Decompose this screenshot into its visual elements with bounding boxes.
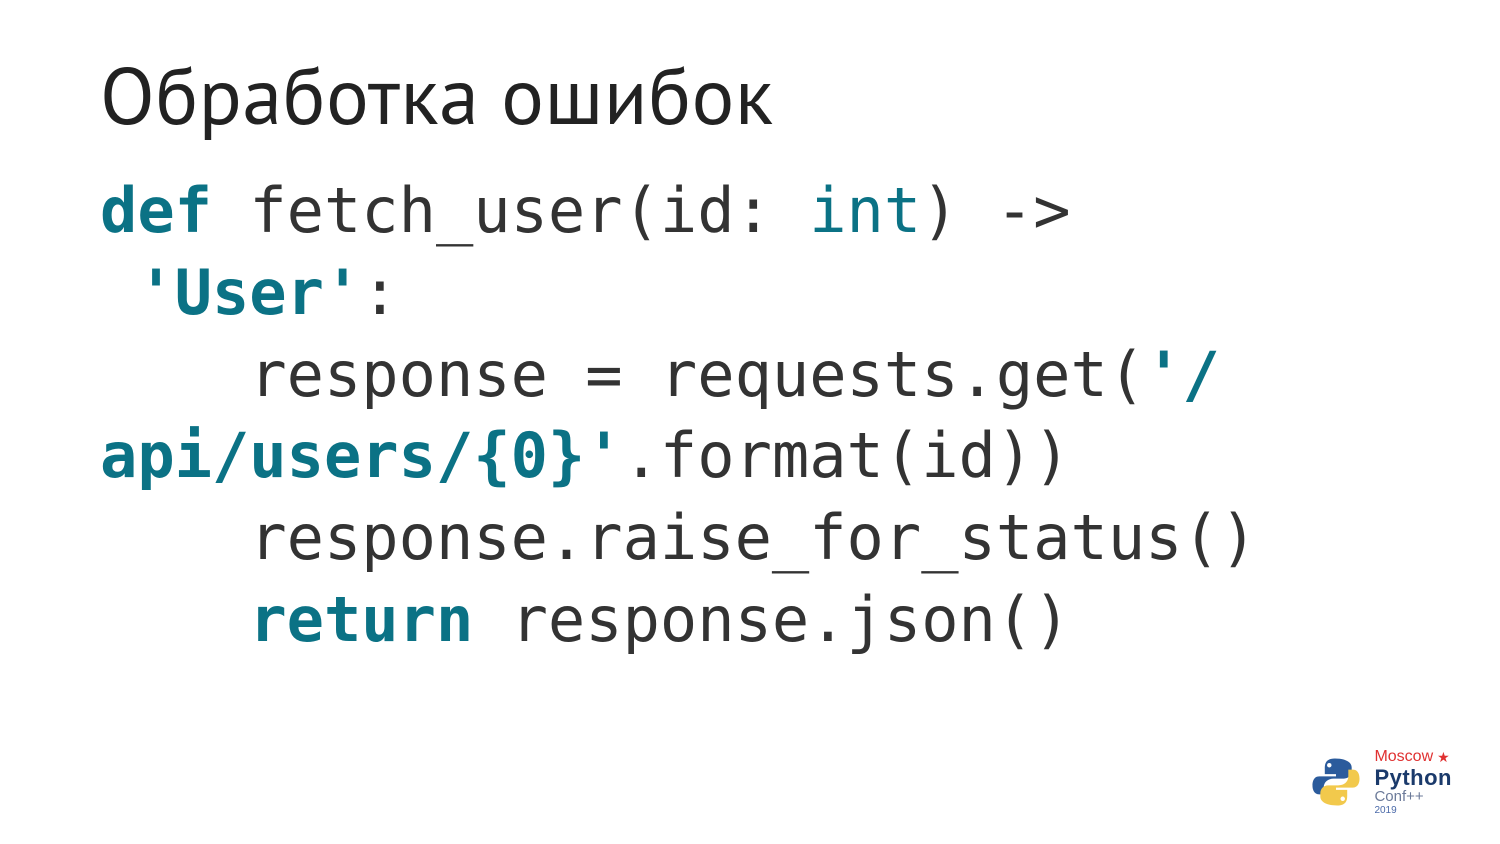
logo-line-conf: Conf++	[1374, 789, 1452, 805]
t: .format(id))	[623, 419, 1071, 492]
str-url: api/users/{0}'	[100, 419, 623, 492]
kw-def: def	[100, 174, 212, 247]
fn-sig: fetch_user(id	[249, 174, 734, 247]
conference-logo: Moscow ★ Python Conf++ 2019	[1308, 749, 1452, 816]
slide-title: Обработка ошибок	[100, 44, 774, 147]
type-int: int	[809, 174, 921, 247]
t: response.raise_for_status()	[249, 501, 1257, 574]
t	[212, 174, 249, 247]
star-icon: ★	[1437, 750, 1450, 765]
indent	[100, 501, 249, 574]
kw-return: return	[249, 583, 473, 656]
t: response.json()	[511, 583, 1071, 656]
logo-text: Moscow ★ Python Conf++ 2019	[1374, 749, 1452, 816]
t: response = requests.get(	[249, 338, 1145, 411]
t: Moscow	[1374, 749, 1433, 766]
t: :	[361, 256, 398, 329]
t	[100, 256, 137, 329]
str-open: '/	[1145, 338, 1220, 411]
indent	[100, 338, 249, 411]
str-user: 'User'	[137, 256, 361, 329]
indent	[100, 583, 249, 656]
slide: Обработка ошибок def fetch_user(id: int)…	[0, 0, 1500, 844]
t: :	[735, 174, 810, 247]
t: ) ->	[921, 174, 1070, 247]
code-block: def fetch_user(id: int) -> 'User': respo…	[100, 170, 1440, 661]
logo-line-moscow: Moscow ★	[1374, 749, 1452, 766]
t	[473, 583, 510, 656]
logo-line-year: 2019	[1374, 806, 1452, 817]
logo-line-python: Python	[1374, 766, 1452, 789]
python-logo-icon	[1308, 754, 1364, 810]
